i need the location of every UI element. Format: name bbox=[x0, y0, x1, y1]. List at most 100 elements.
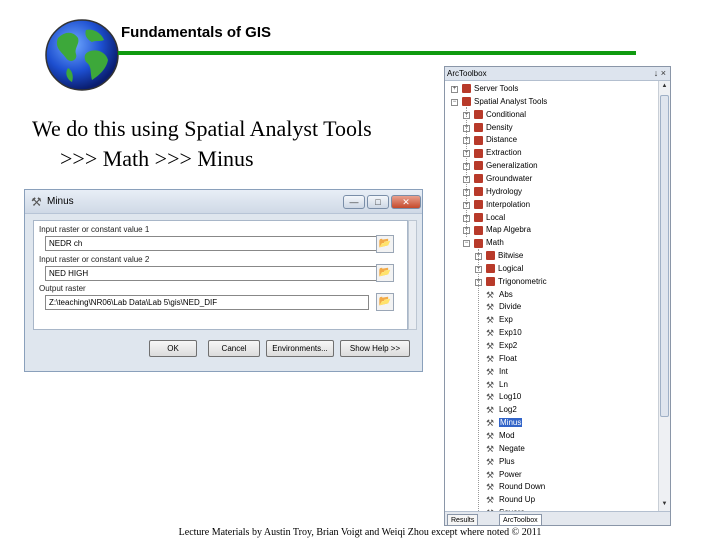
tree-tool-item[interactable]: ⚒ Negate bbox=[486, 443, 525, 455]
tree-item-label: Groundwater bbox=[486, 173, 533, 183]
minus-dialog: ⚒ Minus — □ ✕ Input raster or constant v… bbox=[24, 189, 423, 372]
hammer-icon: ⚒ bbox=[486, 341, 495, 351]
tree-toolset-item[interactable]: + Map Algebra bbox=[463, 224, 531, 236]
toolbox-scrollbar[interactable]: ▲ ▼ bbox=[658, 81, 670, 513]
tree-tool-item[interactable]: ⚒ Round Up bbox=[486, 494, 535, 506]
tree-toolset-item[interactable]: + Extraction bbox=[463, 147, 522, 159]
tree-item-label: Round Down bbox=[499, 482, 546, 492]
input1-browse-folder-icon[interactable]: 📂 bbox=[376, 235, 394, 253]
tree-toolset-item[interactable]: + Local bbox=[463, 212, 505, 224]
collapse-icon[interactable]: − bbox=[451, 98, 458, 106]
tree-tool-item[interactable]: ⚒ Divide bbox=[486, 301, 521, 313]
maximize-button[interactable]: □ bbox=[367, 195, 389, 209]
tree-tool-item[interactable]: ⚒ Plus bbox=[486, 456, 515, 468]
toolbox-icon bbox=[474, 225, 483, 235]
toolbox-icon bbox=[474, 174, 483, 184]
ok-button[interactable]: OK bbox=[149, 340, 197, 357]
tree-tool-item[interactable]: ⚒ Int bbox=[486, 366, 508, 378]
panel-controls[interactable]: ↓ × bbox=[654, 68, 666, 78]
toolbox-icon bbox=[486, 277, 495, 287]
tree-tool-item[interactable]: ⚒ Exp2 bbox=[486, 340, 517, 352]
hammer-icon: ⚒ bbox=[486, 430, 495, 441]
tree-toolset-item[interactable]: + Distance bbox=[463, 134, 518, 146]
input2-value: NED HIGH bbox=[49, 269, 89, 278]
input2-combo[interactable]: NED HIGH ▼ bbox=[45, 266, 389, 281]
environments-button[interactable]: Environments... bbox=[266, 340, 334, 357]
hammer-icon: ⚒ bbox=[486, 302, 495, 313]
dialog-titlebar[interactable]: ⚒ Minus — □ ✕ bbox=[25, 190, 422, 214]
toolbox-icon bbox=[474, 161, 483, 171]
tree-item-label: Mod bbox=[499, 431, 515, 441]
output-raster-field[interactable]: Z:\teaching\NR06\Lab Data\Lab 5\gis\NED_… bbox=[45, 295, 369, 310]
output-browse-folder-icon[interactable]: 📂 bbox=[376, 293, 394, 311]
tree-tool-item[interactable]: ⚒ Exp bbox=[486, 314, 513, 326]
tree-toolset-item[interactable]: + Generalization bbox=[463, 160, 538, 172]
tree-tool-item[interactable]: ⚒ Log10 bbox=[486, 391, 521, 403]
tree-item-label: Plus bbox=[499, 456, 515, 466]
output-value: Z:\teaching\NR06\Lab Data\Lab 5\gis\NED_… bbox=[49, 298, 218, 307]
tree-toolset-item[interactable]: + Server Tools bbox=[451, 83, 519, 95]
tree-tool-item[interactable]: ⚒ Ln bbox=[486, 379, 508, 391]
tree-item-label: Divide bbox=[499, 302, 522, 312]
hammer-icon: ⚒ bbox=[486, 495, 495, 506]
show-help-button[interactable]: Show Help >> bbox=[340, 340, 410, 357]
hammer-icon: ⚒ bbox=[486, 289, 495, 300]
tree-item-label: Generalization bbox=[486, 161, 538, 171]
hammer-icon: ⚒ bbox=[486, 366, 495, 377]
minimize-button[interactable]: — bbox=[343, 195, 365, 209]
tree-item-label: Bitwise bbox=[498, 251, 524, 261]
tree-item-label: Distance bbox=[486, 135, 518, 145]
hammer-icon: ⚒ bbox=[486, 405, 495, 416]
hammer-icon: ⚒ bbox=[31, 195, 42, 209]
tree-toolset-item[interactable]: + Bitwise bbox=[475, 250, 524, 262]
hammer-icon: ⚒ bbox=[486, 418, 495, 429]
tree-toolset-item[interactable]: − Spatial Analyst Tools bbox=[451, 96, 547, 108]
scroll-up-icon[interactable]: ▲ bbox=[660, 83, 669, 89]
tree-item-label: Server Tools bbox=[474, 84, 519, 93]
tree-item-label: Trigonometric bbox=[498, 276, 547, 286]
tree-toolset-item[interactable]: + Hydrology bbox=[463, 186, 522, 198]
tree-tool-item[interactable]: ⚒ Round Down bbox=[486, 481, 545, 493]
tab-arctoolbox[interactable]: ArcToolbox bbox=[499, 514, 542, 525]
scroll-thumb[interactable] bbox=[660, 95, 669, 417]
tree-tool-item[interactable]: ⚒ Float bbox=[486, 353, 517, 365]
scroll-down-icon[interactable]: ▼ bbox=[660, 501, 669, 507]
tree-toolset-item[interactable]: − Math bbox=[463, 237, 504, 249]
tab-results[interactable]: Results bbox=[447, 514, 479, 525]
tree-toolset-item[interactable]: + Interpolation bbox=[463, 199, 530, 211]
tree-toolset-item[interactable]: + Groundwater bbox=[463, 173, 533, 185]
hammer-icon: ⚒ bbox=[486, 353, 495, 364]
collapse-icon[interactable]: − bbox=[463, 240, 470, 248]
body-text: We do this using Spatial Analyst Tools >… bbox=[32, 114, 372, 174]
tree-tool-item[interactable]: ⚒ Exp10 bbox=[486, 327, 522, 339]
tree-toolset-item[interactable]: + Density bbox=[463, 122, 513, 134]
tree-item-label: Minus bbox=[499, 418, 523, 428]
toolbox-icon bbox=[474, 135, 483, 145]
tree-item-label: Conditional bbox=[486, 109, 527, 119]
tree-toolset-item[interactable]: + Conditional bbox=[463, 109, 527, 121]
hammer-icon: ⚒ bbox=[486, 469, 495, 480]
tree-item-label: Extraction bbox=[486, 148, 522, 158]
cancel-button[interactable]: Cancel bbox=[208, 340, 260, 357]
tree-tool-item[interactable]: ⚒ Mod bbox=[486, 430, 515, 442]
close-button[interactable]: ✕ bbox=[391, 195, 421, 209]
tree-toolset-item[interactable]: + Trigonometric bbox=[475, 276, 547, 288]
input2-browse-folder-icon[interactable]: 📂 bbox=[376, 264, 394, 282]
tree-tool-item[interactable]: ⚒ Abs bbox=[486, 289, 513, 301]
expand-icon[interactable]: + bbox=[451, 86, 458, 93]
toolbox-icon bbox=[474, 122, 483, 132]
toolbox-icon bbox=[474, 110, 483, 120]
tree-tool-item[interactable]: ⚒ Minus bbox=[486, 417, 523, 429]
tree-item-label: Exp2 bbox=[499, 341, 518, 351]
hammer-icon: ⚒ bbox=[486, 392, 495, 403]
tree-tool-item[interactable]: ⚒ Power bbox=[486, 469, 522, 481]
tree-tool-item[interactable]: ⚒ Log2 bbox=[486, 404, 517, 416]
tree-item-label: Exp bbox=[499, 315, 513, 325]
tree-toolset-item[interactable]: + Logical bbox=[475, 263, 523, 275]
dialog-scrollbar[interactable] bbox=[408, 220, 417, 330]
page-title: Fundamentals of GIS bbox=[121, 24, 272, 41]
tree-item-label: Round Up bbox=[499, 495, 536, 505]
tree-item-label: Density bbox=[486, 122, 513, 132]
input1-combo[interactable]: NEDR ch ▼ bbox=[45, 236, 389, 251]
toolbox-icon bbox=[474, 238, 483, 248]
